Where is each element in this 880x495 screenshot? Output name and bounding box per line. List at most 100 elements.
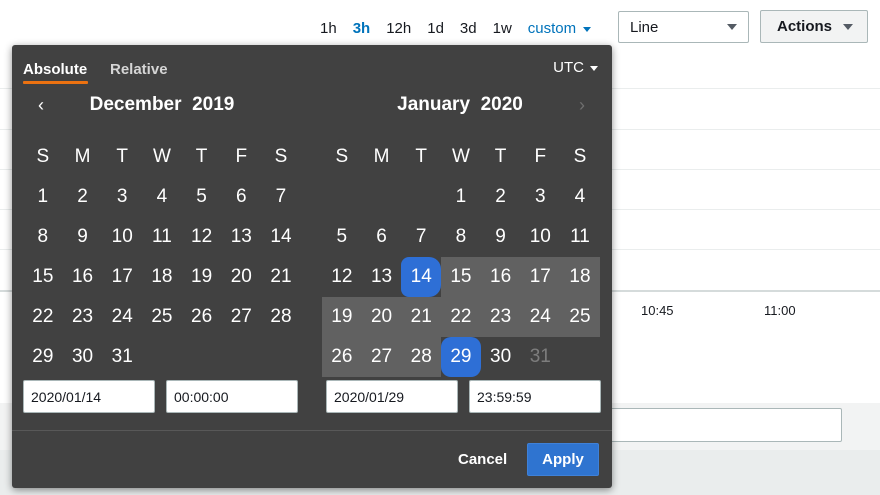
right-month-name: January [397,94,471,115]
range-12h[interactable]: 12h [386,20,411,37]
jan-day-16[interactable]: 16 [480,257,521,297]
active-tab-indicator [23,81,88,84]
dec-day-3[interactable]: 3 [102,177,142,217]
jan-day-25[interactable]: 25 [560,297,600,337]
dec-day-21[interactable]: 21 [261,257,301,297]
dec-day-6[interactable]: 6 [221,177,261,217]
jan-day-13[interactable]: 13 [362,257,402,297]
dec-day-20[interactable]: 20 [221,257,261,297]
weekday-header: S [36,146,50,167]
dec-day-17[interactable]: 17 [102,257,142,297]
dec-day-1[interactable]: 1 [23,177,63,217]
dec-day-2[interactable]: 2 [63,177,103,217]
dec-day-14[interactable]: 14 [261,217,301,257]
weekday-header: T [195,146,208,167]
jan-day-14[interactable]: 14 [401,257,442,297]
range-1w[interactable]: 1w [493,20,512,37]
dec-day-24[interactable]: 24 [102,297,142,337]
dec-day-23[interactable]: 23 [63,297,103,337]
jan-day-17[interactable]: 17 [520,257,561,297]
x-tick-label: 11:00 [764,303,796,318]
dec-day-12[interactable]: 12 [182,217,222,257]
jan-day-27[interactable]: 27 [361,337,402,377]
jan-day-6[interactable]: 6 [362,217,402,257]
range-3d[interactable]: 3d [460,20,477,37]
range-3h[interactable]: 3h [353,20,371,37]
dec-day-7[interactable]: 7 [261,177,301,217]
dec-day-18[interactable]: 18 [142,257,182,297]
end-time-input[interactable] [469,380,601,413]
start-time-input[interactable] [166,380,298,413]
calendar-blank [322,177,362,217]
actions-label: Actions [777,18,833,35]
dec-day-15[interactable]: 15 [23,257,63,297]
dec-day-5[interactable]: 5 [182,177,222,217]
dec-day-4[interactable]: 4 [142,177,182,217]
dec-day-22[interactable]: 22 [23,297,63,337]
timezone-dropdown[interactable]: UTC [553,59,598,76]
jan-day-29[interactable]: 29 [441,337,481,377]
dec-day-13[interactable]: 13 [221,217,261,257]
weekday-header: T [415,146,428,167]
right-month-year: 2020 [480,94,523,115]
jan-day-8[interactable]: 8 [441,217,481,257]
jan-day-2[interactable]: 2 [481,177,521,217]
actions-button[interactable]: Actions [760,10,868,43]
jan-day-26[interactable]: 26 [322,337,362,377]
dec-day-28[interactable]: 28 [261,297,301,337]
start-date-input[interactable] [23,380,155,413]
jan-day-7[interactable]: 7 [401,217,441,257]
jan-day-19[interactable]: 19 [322,297,362,337]
weekday-header: F [235,146,248,167]
next-month-button[interactable]: › [575,95,589,116]
caret-down-icon [590,66,598,71]
jan-day-28[interactable]: 28 [401,337,442,377]
jan-day-22[interactable]: 22 [441,297,481,337]
calendar-blank [401,177,441,217]
jan-day-30[interactable]: 30 [481,337,521,377]
weekday-header: W [451,146,470,167]
jan-day-12[interactable]: 12 [322,257,362,297]
dec-day-25[interactable]: 25 [142,297,182,337]
jan-day-3[interactable]: 3 [520,177,560,217]
dec-day-30[interactable]: 30 [63,337,103,377]
calendar-blank [362,177,402,217]
jan-day-18[interactable]: 18 [560,257,600,297]
dec-day-27[interactable]: 27 [221,297,261,337]
jan-day-21[interactable]: 21 [401,297,442,337]
dec-day-11[interactable]: 11 [142,217,182,257]
dec-day-10[interactable]: 10 [102,217,142,257]
dec-day-8[interactable]: 8 [23,217,63,257]
dec-day-26[interactable]: 26 [182,297,222,337]
range-1h[interactable]: 1h [320,20,337,37]
dec-day-16[interactable]: 16 [63,257,103,297]
dec-day-29[interactable]: 29 [23,337,63,377]
jan-day-10[interactable]: 10 [520,217,560,257]
apply-button[interactable]: Apply [527,443,599,476]
jan-day-1[interactable]: 1 [441,177,481,217]
background-input[interactable] [600,408,842,442]
jan-day-11[interactable]: 11 [560,217,600,257]
range-custom-dropdown[interactable]: custom [528,20,592,37]
jan-day-5[interactable]: 5 [322,217,362,257]
previous-month-button[interactable]: ‹ [34,95,48,116]
left-month-name: December [89,94,182,115]
divider [12,430,612,431]
jan-day-15[interactable]: 15 [441,257,481,297]
jan-day-24[interactable]: 24 [520,297,561,337]
chart-type-select[interactable]: Line [618,11,749,43]
dec-day-9[interactable]: 9 [63,217,103,257]
jan-day-4[interactable]: 4 [560,177,600,217]
weekday-header: T [116,146,129,167]
jan-day-23[interactable]: 23 [480,297,521,337]
range-1d[interactable]: 1d [427,20,444,37]
dec-day-31[interactable]: 31 [102,337,142,377]
end-date-input[interactable] [326,380,458,413]
jan-day-20[interactable]: 20 [361,297,402,337]
tab-absolute[interactable]: Absolute [23,61,87,78]
tab-relative[interactable]: Relative [110,61,168,78]
weekday-header: T [494,146,507,167]
cancel-button[interactable]: Cancel [458,451,507,468]
jan-day-9[interactable]: 9 [481,217,521,257]
dec-day-19[interactable]: 19 [182,257,222,297]
